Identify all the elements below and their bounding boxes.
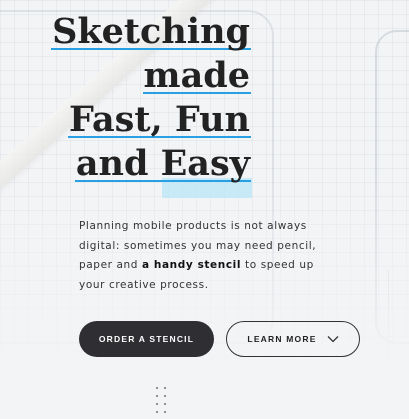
order-stencil-button[interactable]: ORDER A STENCIL bbox=[79, 321, 214, 357]
headline-line: and Easy bbox=[74, 142, 251, 186]
headline-line: made bbox=[142, 54, 251, 98]
headline-line: Fast, Fun bbox=[68, 98, 251, 142]
description-emphasis: a handy stencil bbox=[141, 259, 242, 271]
headline-line: Sketching bbox=[51, 10, 251, 54]
learn-more-button[interactable]: LEARN MORE bbox=[226, 321, 360, 357]
hero-description: Planning mobile products is not always d… bbox=[79, 220, 317, 291]
scroll-indicator-dots[interactable] bbox=[153, 384, 171, 418]
hero-headline: Sketching made Fast, Fun and Easy bbox=[11, 10, 251, 186]
chevron-down-icon bbox=[327, 336, 339, 343]
